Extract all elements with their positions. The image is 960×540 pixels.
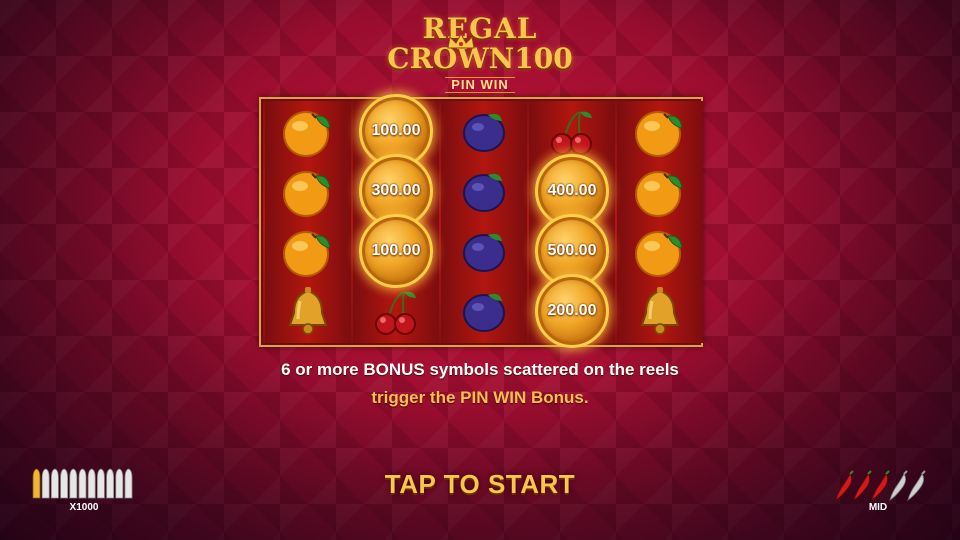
bonus-info-desc: BONUS symbols scattered on the reels xyxy=(363,360,679,379)
bonus-coin-value: 300.00 xyxy=(371,182,421,199)
cherry-icon xyxy=(551,111,592,155)
bonus-info-text: 6 or more BONUS symbols scattered on the… xyxy=(200,356,760,412)
chili-stem-mark xyxy=(885,470,890,475)
plum-icon xyxy=(463,113,505,152)
chili-pepper-mark xyxy=(907,473,924,501)
logo-title-crown: CROWN100 xyxy=(380,32,580,75)
chili-pepper-mark xyxy=(835,473,852,501)
plum-symbol xyxy=(441,162,527,222)
crown-icon xyxy=(447,32,475,49)
orange-icon xyxy=(635,171,683,217)
reel-5 xyxy=(617,101,703,343)
reel-1 xyxy=(265,101,351,343)
chili-pepper-icon xyxy=(835,470,926,501)
bonus-info-line2: trigger the PIN WIN Bonus. xyxy=(371,388,589,407)
bonus-coin-value: 200.00 xyxy=(547,302,597,319)
chili-stem-mark xyxy=(921,470,926,475)
reel-frame: 100.00 300.00 100.00 400.00 500.00 200.00 xyxy=(259,94,703,348)
bonus-coin-value: 500.00 xyxy=(547,242,597,259)
bullet-mark xyxy=(41,468,50,499)
cherry-symbol xyxy=(353,282,439,342)
orange-icon xyxy=(283,111,331,157)
bonus-info-count: 6 or more xyxy=(281,360,364,379)
bullet-mark xyxy=(78,468,87,499)
bell-symbol xyxy=(617,282,703,342)
logo-title-regal: REGAL xyxy=(422,12,538,45)
plum-icon xyxy=(463,293,505,332)
orange-icon xyxy=(635,111,683,157)
reel-3 xyxy=(441,101,527,343)
orange-icon xyxy=(283,171,331,217)
chili-stem-mark xyxy=(849,470,854,475)
plum-icon xyxy=(463,173,505,212)
chili-stem-mark xyxy=(867,470,872,475)
plum-symbol xyxy=(441,222,527,282)
bullet-mark xyxy=(32,468,41,499)
orange-icon xyxy=(283,231,331,277)
orange-symbol xyxy=(265,162,351,222)
game-logo: REGAL CROWN100 PIN WIN xyxy=(380,14,580,96)
plum-icon xyxy=(463,233,505,272)
chili-stem-mark xyxy=(903,470,908,475)
chili-pepper-mark xyxy=(871,473,888,501)
max-win-label: X1000 xyxy=(69,502,99,513)
bullet-mark xyxy=(60,468,68,499)
logo-subtitle: PIN WIN xyxy=(445,77,515,93)
chili-pepper-mark xyxy=(889,473,906,501)
orange-icon xyxy=(635,231,683,277)
chili-pepper-mark xyxy=(853,473,870,501)
bonus-coin-value: 400.00 xyxy=(547,182,597,199)
bullet-mark xyxy=(115,468,124,499)
bullet-mark xyxy=(124,468,133,499)
bonus-coin-symbol: 200.00 xyxy=(535,274,609,348)
bonus-coin-value: 100.00 xyxy=(371,122,421,139)
cherry-icon xyxy=(375,291,416,335)
bell-symbol xyxy=(265,282,351,342)
plum-symbol xyxy=(441,282,527,342)
bullet-mark xyxy=(106,468,114,499)
orange-symbol xyxy=(265,102,351,162)
orange-symbol xyxy=(617,222,703,282)
plum-symbol xyxy=(441,102,527,162)
bullet-mark xyxy=(51,468,59,499)
bullet-mark xyxy=(97,468,105,499)
bell-icon xyxy=(640,287,680,335)
tap-to-start-button[interactable]: TAP TO START xyxy=(370,469,590,500)
volatility-label: MID xyxy=(868,502,888,513)
cherry-symbol xyxy=(529,102,615,162)
bonus-info-line1: 6 or more BONUS symbols scattered on the… xyxy=(200,356,760,384)
orange-symbol xyxy=(617,102,703,162)
logo-title-crown-text: CROWN100 xyxy=(387,42,573,75)
bonus-coin-value: 100.00 xyxy=(371,242,421,259)
orange-symbol xyxy=(265,222,351,282)
bullet-mark xyxy=(87,468,96,499)
bell-icon xyxy=(288,287,328,335)
bullet-mark xyxy=(69,468,78,499)
bullets-icon xyxy=(32,468,133,499)
bonus-coin-symbol: 100.00 xyxy=(359,214,433,288)
orange-symbol xyxy=(617,162,703,222)
